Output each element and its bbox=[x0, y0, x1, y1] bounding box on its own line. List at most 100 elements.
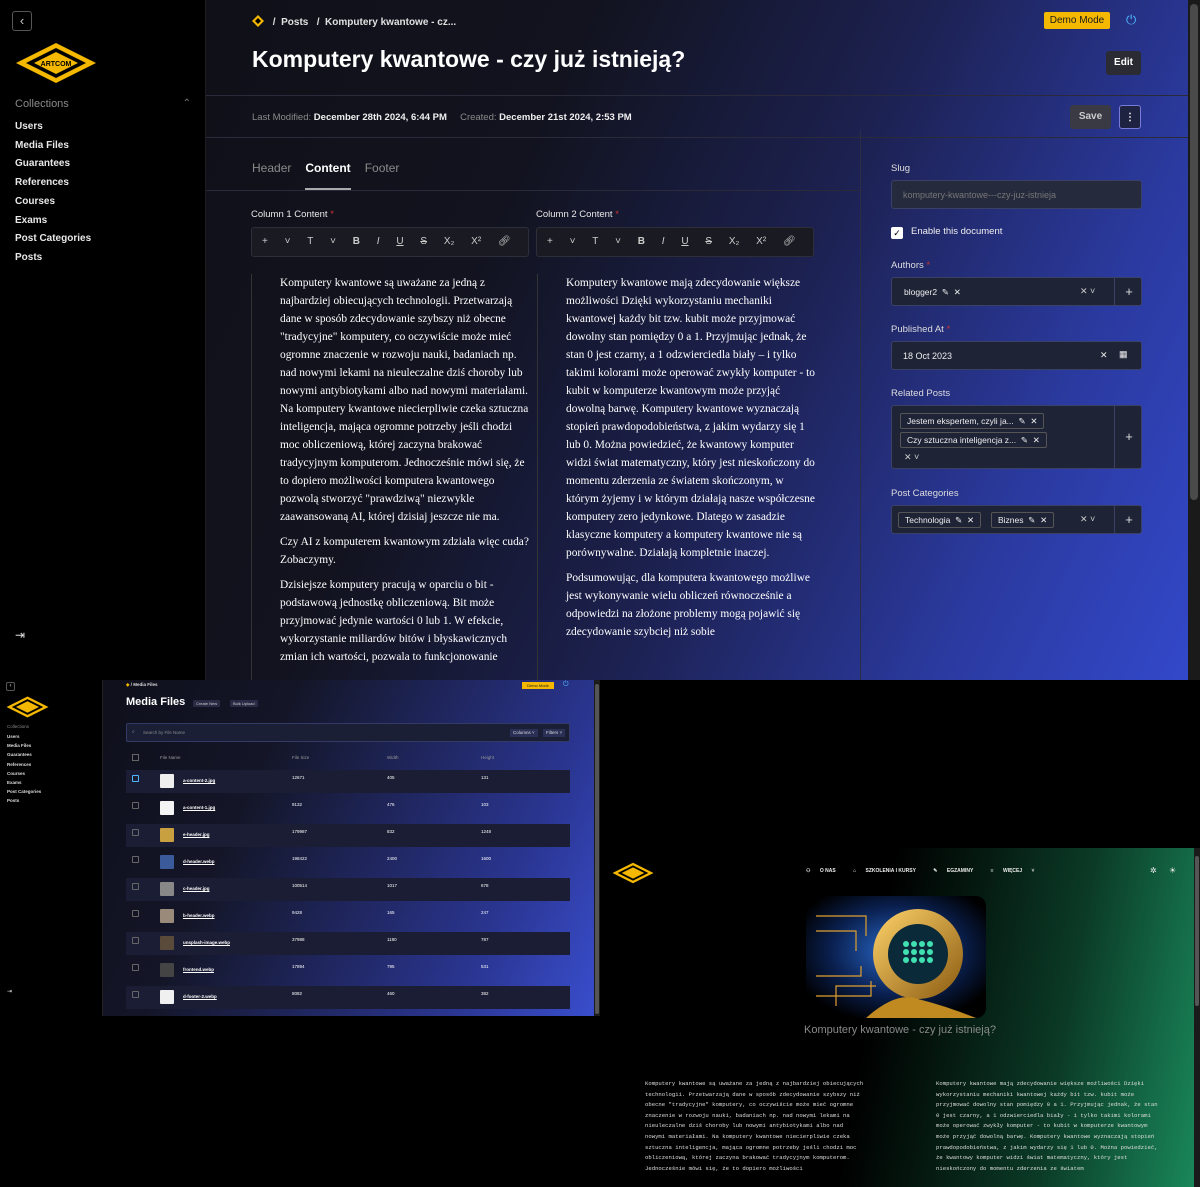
underline-button[interactable]: U bbox=[396, 228, 403, 256]
sidebar-item-users[interactable]: Users bbox=[7, 732, 41, 741]
sidebar-item-courses[interactable]: Courses bbox=[15, 193, 91, 212]
create-new-button[interactable]: Create New bbox=[193, 700, 221, 707]
power-icon[interactable]: ⏻ bbox=[1126, 12, 1141, 27]
collections-group[interactable]: Collections ⌃ bbox=[15, 98, 191, 110]
table-row[interactable]: d-header.webp 198422 2400 1600 bbox=[126, 851, 570, 874]
website-scrollbar[interactable] bbox=[1194, 848, 1200, 1187]
bulk-upload-button[interactable]: Bulk Upload bbox=[230, 700, 258, 707]
row-checkbox[interactable] bbox=[132, 829, 139, 836]
table-row[interactable]: unsplash-image.webp 37988 1180 787 bbox=[126, 932, 570, 955]
sidebar-item-posts[interactable]: Posts bbox=[15, 249, 91, 268]
bold-button[interactable]: B bbox=[638, 228, 645, 256]
calendar-icon[interactable]: ▦ bbox=[1119, 349, 1128, 360]
italic-button[interactable]: I bbox=[662, 228, 665, 256]
link-icon[interactable]: 🔗︎ bbox=[498, 228, 511, 256]
select-all-checkbox[interactable] bbox=[132, 754, 139, 761]
sidebar-item-exams[interactable]: Exams bbox=[7, 778, 41, 787]
logout-icon[interactable]: ⇥ bbox=[7, 988, 12, 995]
filters-button[interactable]: Filters ˅ bbox=[543, 729, 566, 737]
remove-icon[interactable]: ✕ bbox=[1030, 435, 1040, 445]
demo-mode-badge[interactable]: Demo Mode bbox=[522, 682, 554, 689]
sidebar-item-references[interactable]: References bbox=[7, 760, 41, 769]
nav-item-courses[interactable]: ⌂ SZKOLENIA I KURSY bbox=[853, 868, 924, 874]
file-name-link[interactable]: b-header.webp bbox=[183, 913, 215, 918]
slug-input[interactable]: komputery-kwantowe---czy-juz-istnieja bbox=[891, 180, 1142, 209]
published-date-input[interactable]: 18 Oct 2023 ✕ ▦ bbox=[891, 341, 1142, 370]
table-row[interactable]: b-header.webp 9428 165 247 bbox=[126, 905, 570, 928]
row-checkbox[interactable] bbox=[132, 937, 139, 944]
remove-icon[interactable]: ✕ bbox=[1038, 515, 1047, 525]
artcom-logo[interactable]: ARTCOM bbox=[15, 42, 97, 84]
subscript-button[interactable]: X₂ bbox=[729, 228, 740, 256]
authors-select[interactable]: blogger2 ✎ ✕ ✕ ˅ + bbox=[891, 277, 1142, 306]
sidebar-item-guarantees[interactable]: Guarantees bbox=[15, 155, 91, 174]
sidebar-item-posts[interactable]: Posts bbox=[7, 796, 41, 805]
sidebar-item-users[interactable]: Users bbox=[15, 118, 91, 137]
search-input[interactable]: ⌕ Search by File Name Columns ˅ Filters … bbox=[126, 723, 570, 742]
enable-document-checkbox[interactable]: ✓ Enable this document bbox=[891, 226, 1002, 239]
table-row[interactable]: c-header.jpg 100514 1017 678 bbox=[126, 878, 570, 901]
table-row[interactable]: e-header.jpg 179987 832 1248 bbox=[126, 824, 570, 847]
add-category-button[interactable]: + bbox=[1114, 506, 1143, 533]
link-icon[interactable]: 🔗︎ bbox=[783, 228, 796, 256]
insert-block-button[interactable]: + ˅ bbox=[262, 228, 290, 256]
column1-editor[interactable]: Komputery kwantowe są uważane za jedną z… bbox=[251, 274, 533, 680]
bold-button[interactable]: B bbox=[353, 228, 360, 256]
tab-header[interactable]: Header bbox=[252, 161, 291, 175]
breadcrumb-posts[interactable]: Posts bbox=[281, 17, 308, 28]
row-checkbox[interactable] bbox=[132, 775, 139, 782]
artcom-logo[interactable] bbox=[612, 862, 654, 884]
demo-mode-badge[interactable]: Demo Mode bbox=[1044, 12, 1110, 29]
page-scrollbar[interactable] bbox=[1188, 0, 1200, 680]
nav-item-exams[interactable]: ✎ EGZAMINY bbox=[933, 868, 981, 874]
logout-icon[interactable]: ⇥ bbox=[15, 628, 29, 642]
settings-icon[interactable]: ✲ bbox=[1150, 866, 1157, 875]
text-style-button[interactable]: T ˅ bbox=[592, 228, 621, 256]
sidebar-item-post-categories[interactable]: Post Categories bbox=[15, 230, 91, 249]
clear-date-icon[interactable]: ✕ bbox=[1100, 350, 1108, 361]
row-checkbox[interactable] bbox=[132, 910, 139, 917]
sidebar-item-exams[interactable]: Exams bbox=[15, 212, 91, 231]
table-row[interactable]: a-content-2.jpg 12671 405 131 bbox=[126, 770, 570, 793]
row-checkbox[interactable] bbox=[132, 964, 139, 971]
underline-button[interactable]: U bbox=[681, 228, 688, 256]
strikethrough-button[interactable]: S bbox=[420, 228, 427, 256]
superscript-button[interactable]: X² bbox=[471, 228, 481, 256]
file-name-link[interactable]: d-header.webp bbox=[183, 859, 215, 864]
row-checkbox[interactable] bbox=[132, 802, 139, 809]
more-options-button[interactable]: ⋮ bbox=[1119, 105, 1141, 129]
artcom-logo[interactable] bbox=[6, 696, 49, 718]
edit-button[interactable]: Edit bbox=[1106, 51, 1141, 75]
edit-icon[interactable]: ✎ bbox=[1026, 515, 1035, 525]
file-name-link[interactable]: c-header.jpg bbox=[183, 886, 210, 891]
collapse-sidebar-button[interactable]: ‹ bbox=[6, 682, 15, 691]
column2-editor[interactable]: Komputery kwantowe mają zdecydowanie wię… bbox=[537, 274, 817, 680]
edit-icon[interactable]: ✎ bbox=[953, 515, 962, 525]
theme-toggle-icon[interactable]: ☀ bbox=[1169, 866, 1176, 875]
row-checkbox[interactable] bbox=[132, 991, 139, 998]
nav-item-about[interactable]: ⚇ O NAS bbox=[806, 868, 844, 874]
sidebar-item-guarantees[interactable]: Guarantees bbox=[7, 750, 41, 759]
clear-select-icon[interactable]: ✕ ˅ bbox=[1080, 286, 1095, 297]
column-header-width[interactable]: Width bbox=[387, 755, 399, 760]
superscript-button[interactable]: X² bbox=[756, 228, 766, 256]
file-name-link[interactable]: a-content-1.jpg bbox=[183, 805, 215, 810]
row-checkbox[interactable] bbox=[132, 883, 139, 890]
home-logo-icon[interactable] bbox=[252, 15, 264, 27]
file-name-link[interactable]: frontend.webp bbox=[183, 967, 214, 972]
related-posts-select[interactable]: Jestem ekspertem, czyli ja... ✎ ✕ Czy sz… bbox=[891, 405, 1142, 469]
file-name-link[interactable]: a-content-2.jpg bbox=[183, 778, 215, 783]
column-header-height[interactable]: Height bbox=[481, 755, 494, 760]
text-style-button[interactable]: T ˅ bbox=[307, 228, 336, 256]
add-author-button[interactable]: + bbox=[1114, 278, 1143, 305]
table-row[interactable]: frontend.webp 17894 795 531 bbox=[126, 959, 570, 982]
file-name-link[interactable]: e-header.jpg bbox=[183, 832, 210, 837]
table-row[interactable]: d-footer-2.webp 8082 460 382 bbox=[126, 986, 570, 1009]
add-related-button[interactable]: + bbox=[1114, 406, 1143, 468]
scrollbar-thumb[interactable] bbox=[595, 684, 599, 1014]
clear-select-icon[interactable]: ✕ ˅ bbox=[904, 452, 919, 463]
row-checkbox[interactable] bbox=[132, 856, 139, 863]
insert-block-button[interactable]: + ˅ bbox=[547, 228, 575, 256]
italic-button[interactable]: I bbox=[377, 228, 380, 256]
remove-icon[interactable]: ✕ bbox=[951, 287, 961, 297]
